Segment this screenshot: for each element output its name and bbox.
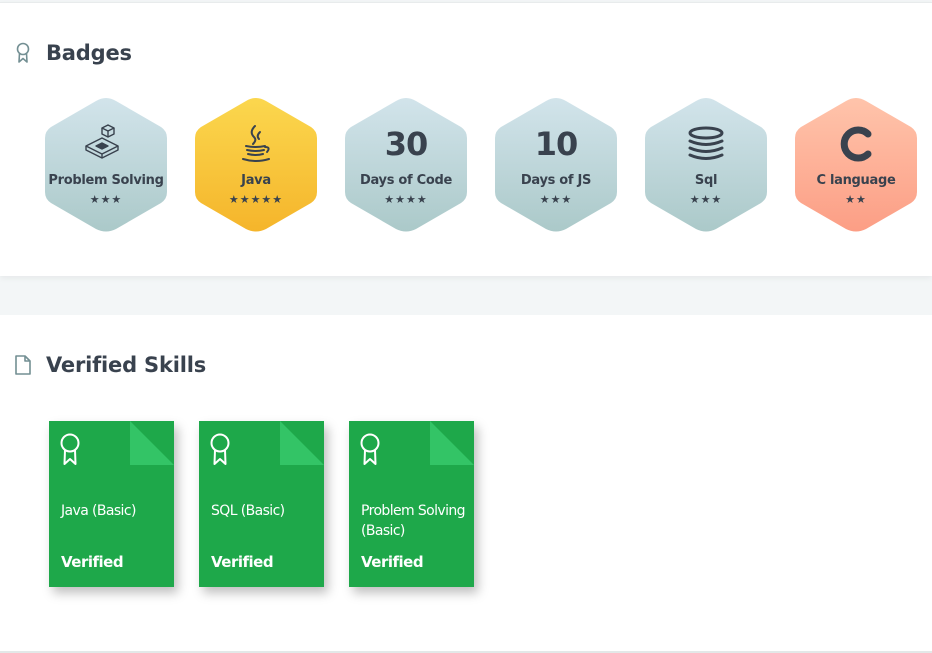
problem-solving-icon <box>43 124 169 164</box>
badge-stars: ★★★ <box>89 193 123 206</box>
badge-java[interactable]: Java ★★★★★ <box>193 96 319 234</box>
badge-number: 30 <box>384 125 429 163</box>
skill-card-problem-solving[interactable]: Problem Solving (Basic) Verified <box>349 421 474 587</box>
badge-name: Days of Code <box>359 173 452 188</box>
skill-name: Java (Basic) <box>61 503 136 519</box>
badge-number: 10 <box>534 125 579 163</box>
skill-card-sql[interactable]: SQL (Basic) Verified <box>199 421 324 587</box>
badge-stars: ★★★★★ <box>228 193 284 206</box>
skill-status: Verified <box>61 553 124 571</box>
document-icon <box>14 354 32 376</box>
badge-name: Sql <box>694 173 718 188</box>
badge-stars: ★★★ <box>689 193 723 206</box>
database-icon <box>643 124 769 164</box>
badge-30-days-of-code[interactable]: 30 Days of Code ★★★★ <box>343 96 469 234</box>
skill-status: Verified <box>211 553 274 571</box>
page-fold <box>130 421 174 465</box>
badge-c-language[interactable]: C language ★★ <box>793 96 919 234</box>
badge-name: Java <box>241 173 271 188</box>
badge-stars: ★★★★ <box>384 193 428 206</box>
badge-sql[interactable]: Sql ★★★ <box>643 96 769 234</box>
badge-name: Problem Solving <box>48 173 164 188</box>
award-ribbon-icon <box>14 42 32 64</box>
skill-name: Problem Solving (Basic) <box>361 503 466 539</box>
badge-name: C language <box>816 173 896 188</box>
skill-status: Verified <box>361 553 424 571</box>
skill-name: SQL (Basic) <box>211 503 285 519</box>
skills-header: Verified Skills <box>14 353 206 377</box>
badge-stars: ★★★ <box>539 193 573 206</box>
award-ribbon-icon <box>59 433 81 467</box>
badges-card: Badges Problem Solving ★★★ Java ★★★★★ 30… <box>0 2 932 276</box>
skills-title: Verified Skills <box>46 353 207 377</box>
badge-stars: ★★ <box>845 193 867 206</box>
award-ribbon-icon <box>359 433 381 467</box>
badges-header: Badges <box>14 41 132 65</box>
badge-10-days-of-js[interactable]: 10 Days of JS ★★★ <box>493 96 619 234</box>
badges-title: Badges <box>46 41 132 65</box>
skill-card-java[interactable]: Java (Basic) Verified <box>49 421 174 587</box>
award-ribbon-icon <box>209 433 231 467</box>
badge-problem-solving[interactable]: Problem Solving ★★★ <box>43 96 169 234</box>
badge-name: Days of JS <box>520 173 592 188</box>
c-letter-icon <box>793 124 919 164</box>
java-coffee-icon <box>193 124 319 164</box>
page-fold <box>430 421 474 465</box>
page-fold <box>280 421 324 465</box>
